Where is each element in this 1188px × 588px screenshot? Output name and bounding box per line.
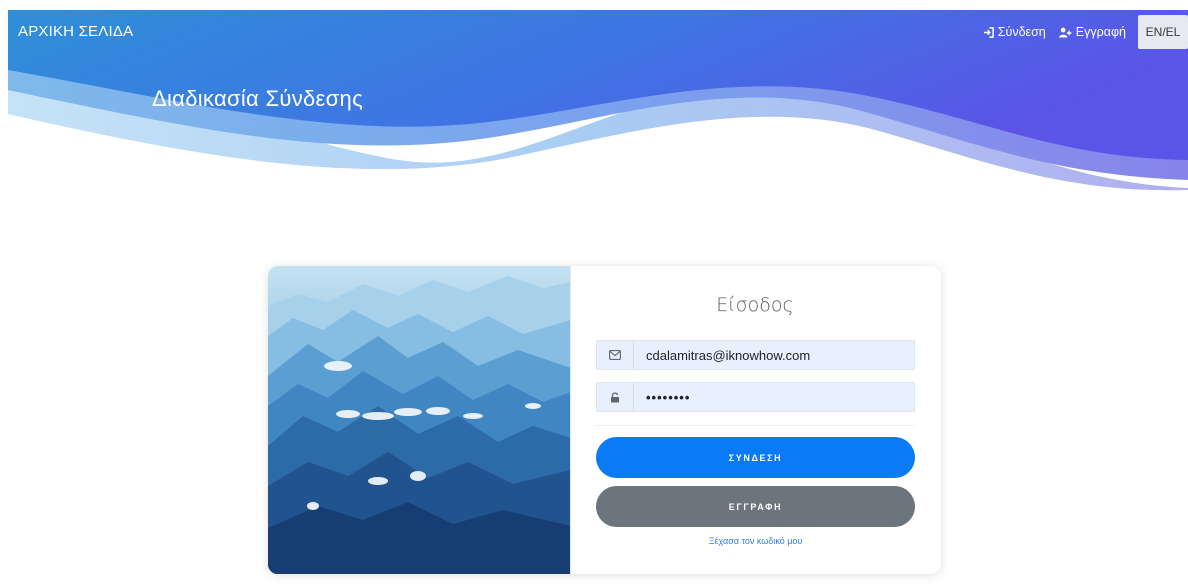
login-card: Είσοδος cdalamitras@iknowhow.com •••••••… bbox=[268, 266, 941, 574]
password-value: •••••••• bbox=[646, 389, 691, 405]
card-divider bbox=[570, 266, 571, 574]
forgot-password-link[interactable]: Ξέχασα τον κωδικό μου bbox=[596, 536, 915, 546]
email-field[interactable]: cdalamitras@iknowhow.com bbox=[596, 340, 915, 370]
form-separator bbox=[596, 425, 915, 426]
mountain-landscape-image bbox=[268, 266, 571, 574]
top-navbar: ΑΡΧΙΚΗ ΣΕΛΙΔΑ Σύνδεση Εγγραφή EN/EL bbox=[8, 10, 1188, 54]
register-nav-label: Εγγραφή bbox=[1075, 25, 1126, 39]
login-nav-label: Σύνδεση bbox=[997, 25, 1046, 39]
language-toggle-button[interactable]: EN/EL bbox=[1138, 15, 1188, 49]
navbar-right: Σύνδεση Εγγραφή EN/EL bbox=[983, 10, 1188, 54]
register-nav-link[interactable]: Εγγραφή bbox=[1058, 25, 1126, 39]
password-field[interactable]: •••••••• bbox=[596, 382, 915, 412]
unlock-icon bbox=[597, 383, 634, 411]
page-title: Διαδικασία Σύνδεσης bbox=[152, 86, 363, 111]
home-link[interactable]: ΑΡΧΙΚΗ ΣΕΛΙΔΑ bbox=[18, 23, 133, 40]
sign-in-icon bbox=[983, 26, 994, 38]
user-plus-icon bbox=[1058, 27, 1072, 38]
login-nav-link[interactable]: Σύνδεση bbox=[983, 25, 1046, 39]
email-value: cdalamitras@iknowhow.com bbox=[646, 347, 811, 363]
register-button[interactable]: ΕΓΓΡΑΦΗ bbox=[596, 486, 915, 527]
login-button[interactable]: ΣΥΝΔΕΣΗ bbox=[596, 437, 915, 478]
envelope-icon bbox=[597, 341, 634, 369]
login-title: Είσοδος bbox=[716, 294, 794, 316]
